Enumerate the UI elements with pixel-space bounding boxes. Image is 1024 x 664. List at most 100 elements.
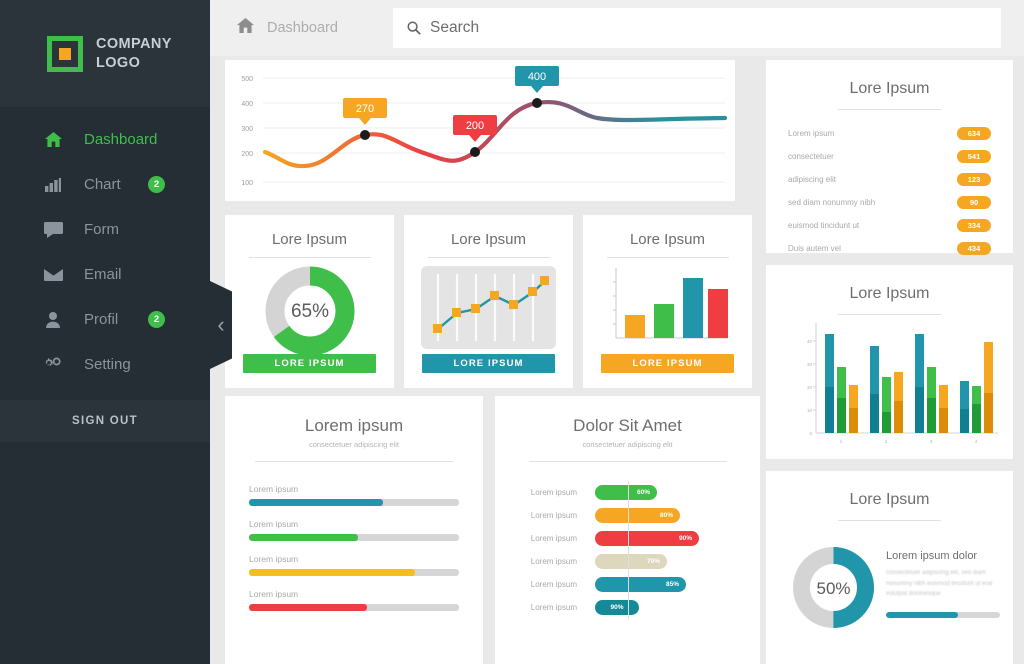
progress-label: Lorem ipsum <box>249 484 299 494</box>
list-item-label: Lorem ipsum <box>788 129 835 138</box>
progress-item: Lorem ipsum <box>249 589 459 611</box>
donut-side-progress <box>886 611 1000 618</box>
card-title: Lore Ipsum <box>849 285 930 302</box>
progress-item: Lorem ipsum <box>249 554 459 576</box>
sidebar-item-profil[interactable]: Profil 2 <box>0 297 210 342</box>
search-icon <box>407 21 421 35</box>
home-icon <box>237 18 254 38</box>
main-line-chart: 500 400 300 200 100 270 200 400 <box>241 66 728 187</box>
envelope-icon <box>43 268 63 281</box>
hbar-value: 70% <box>595 554 667 569</box>
hbar-label: Lorem ipsum <box>530 580 577 589</box>
svg-text:4: 4 <box>975 439 978 444</box>
form-icon <box>43 221 63 238</box>
horizontal-bar-list: Lorem ipsum 60% Lorem ipsum 80% Lorem ip… <box>495 462 760 619</box>
data-label-400: 400 <box>515 66 559 93</box>
svg-text:10: 10 <box>807 408 813 413</box>
donut-card: Lore Ipsum 65% LORE IPSUM <box>225 215 394 388</box>
bar-chart-icon <box>43 177 63 192</box>
donut-side-content: Lorem ipsum dolor consectetuer adipiscin… <box>886 550 1000 618</box>
svg-text:30: 30 <box>807 362 813 367</box>
donut-chart-65: 65% <box>265 266 355 356</box>
data-label-270: 270 <box>343 98 387 125</box>
dashboard-canvas: 500 400 300 200 100 270 200 400 Lore Ips… <box>210 56 1024 664</box>
mini-bar-card-cta[interactable]: LORE IPSUM <box>601 354 734 373</box>
progress-label: Lorem ipsum <box>249 554 299 564</box>
progress-track <box>249 499 459 506</box>
progress-item: Lorem ipsum <box>249 519 459 541</box>
progress-track <box>249 569 459 576</box>
sidebar-badge-chart: 2 <box>148 176 165 193</box>
dashboard-app: COMPANY LOGO Dashboard Chart 2 Form Emai… <box>0 0 1024 664</box>
sidebar-footer-space <box>0 442 210 664</box>
progress-label: Lorem ipsum <box>249 519 299 529</box>
sidebar-item-email[interactable]: Email <box>0 252 210 297</box>
svg-text:40: 40 <box>807 339 813 344</box>
logo: COMPANY LOGO <box>0 0 210 107</box>
topbar: Dashboard Search <box>210 0 1024 56</box>
sidebar-item-dashboard[interactable]: Dashboard <box>0 117 210 162</box>
hbar-label: Lorem ipsum <box>530 511 577 520</box>
card-title: Lore Ipsum <box>271 231 348 248</box>
progress-card: Lorem ipsum consectetuer adipiscing elit… <box>225 396 483 664</box>
svg-text:1: 1 <box>840 439 843 444</box>
line-chart-card: 500 400 300 200 100 270 200 400 <box>225 60 735 201</box>
card-title: Lore Ipsum <box>450 231 527 248</box>
search-input[interactable]: Search <box>393 8 1001 48</box>
sidebar-item-chart[interactable]: Chart 2 <box>0 162 210 207</box>
hbar-value: 90% <box>595 600 639 615</box>
svg-text:400: 400 <box>528 71 546 83</box>
sidebar-item-label: Email <box>84 266 122 283</box>
breadcrumb: Dashboard <box>267 20 338 36</box>
list-item-value: 334 <box>957 219 991 232</box>
sign-out-button[interactable]: SIGN OUT <box>0 400 210 442</box>
svg-text:200: 200 <box>466 120 484 132</box>
progress-list: Lorem ipsum Lorem ipsum Lorem ipsum Lore… <box>225 462 483 611</box>
card-title: Lore Ipsum <box>629 231 706 248</box>
hbar-label: Lorem ipsum <box>530 557 577 566</box>
search-placeholder: Search <box>430 19 480 36</box>
stats-list-card: Lore Ipsum Lorem ipsum 634 consectetuer … <box>766 60 1013 255</box>
user-icon <box>43 311 63 328</box>
list-item: Lorem ipsum 634 <box>766 122 1013 145</box>
hbar-label: Lorem ipsum <box>530 603 577 612</box>
list-item-value: 90 <box>957 196 991 209</box>
sidebar-item-setting[interactable]: Setting <box>0 342 210 387</box>
card-title: Dolor Sit Amet <box>573 416 682 435</box>
sidebar-item-label: Dashboard <box>84 131 158 148</box>
svg-text:2: 2 <box>885 439 888 444</box>
svg-text:20: 20 <box>807 385 813 390</box>
donut-card-cta[interactable]: LORE IPSUM <box>243 354 376 373</box>
svg-text:0: 0 <box>809 431 812 436</box>
sidebar-item-label: Setting <box>84 356 131 373</box>
svg-text:300: 300 <box>241 126 253 133</box>
sidebar-nav: Dashboard Chart 2 Form Email Profil 2 Se… <box>0 107 210 400</box>
svg-text:400: 400 <box>241 101 253 108</box>
card-title: Lore Ipsum <box>849 80 930 97</box>
list-item-label: Duis autem vel <box>788 244 841 253</box>
card-title: Lore Ipsum <box>849 491 930 508</box>
progress-label: Lorem ipsum <box>249 589 299 599</box>
main-area: Dashboard Search 500 400 300 200 100 270… <box>210 0 1024 664</box>
progress-item: Lorem ipsum <box>249 484 459 506</box>
mini-line-card-cta[interactable]: LORE IPSUM <box>422 354 555 373</box>
sidebar: COMPANY LOGO Dashboard Chart 2 Form Emai… <box>0 0 210 664</box>
donut-side-heading: Lorem ipsum dolor <box>886 550 978 562</box>
gear-icon <box>43 357 63 372</box>
hbar-label: Lorem ipsum <box>530 534 577 543</box>
hbar-value: 90% <box>595 531 699 546</box>
svg-text:100: 100 <box>241 180 253 187</box>
sidebar-collapse-toggle[interactable]: ‹ <box>210 281 232 369</box>
grouped-bar-chart: 0 10 20 30 40 1 2 3 4 <box>807 323 998 444</box>
donut-center-label-65: 65% <box>291 301 329 322</box>
sidebar-item-form[interactable]: Form <box>0 207 210 252</box>
square-logo-icon <box>47 35 83 72</box>
list-item-label: consectetuer <box>788 152 834 161</box>
grouped-bar-card: Lore Ipsum 0 10 20 30 40 1 2 3 4 <box>766 265 1013 459</box>
sidebar-badge-profil: 2 <box>148 311 165 328</box>
list-item: Duis autem vel 434 <box>766 237 1013 260</box>
card-subtitle: consectetuer adipiscing elit <box>582 440 673 449</box>
list-item-value: 434 <box>957 242 991 255</box>
hbar-value: 60% <box>595 485 657 500</box>
svg-text:500: 500 <box>241 76 253 83</box>
